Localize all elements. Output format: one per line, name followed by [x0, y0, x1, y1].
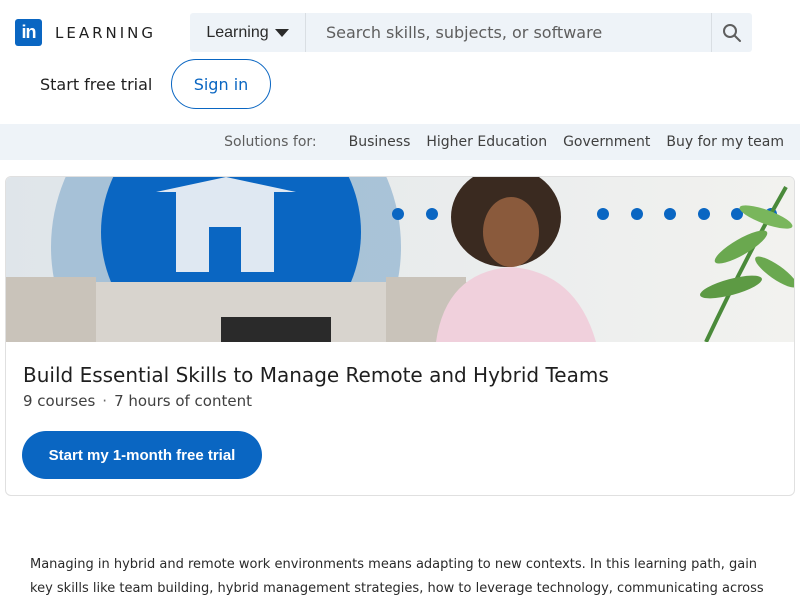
- course-title[interactable]: Build Essential Skills to Manage Remote …: [23, 363, 609, 387]
- solutions-label: Solutions for:: [224, 134, 317, 150]
- course-description: Managing in hybrid and remote work envir…: [30, 557, 764, 596]
- search-category-label: Learning: [206, 23, 269, 41]
- search-bar: Learning: [190, 13, 752, 52]
- product-name: LEARNING: [55, 23, 157, 42]
- caret-down-icon: [274, 28, 289, 37]
- search-button[interactable]: [711, 13, 752, 52]
- linkedin-logo-icon: in: [15, 19, 42, 46]
- search-icon: [723, 23, 741, 42]
- course-count: 9 courses: [23, 392, 96, 410]
- start-trial-button[interactable]: Start my 1-month free trial: [22, 431, 262, 479]
- search-input[interactable]: [306, 13, 711, 52]
- hero-image: [6, 177, 794, 342]
- learning-path-card: Build Essential Skills to Manage Remote …: [5, 176, 795, 496]
- start-free-trial-link[interactable]: Start free trial: [40, 75, 152, 94]
- linkedin-learning-logo[interactable]: in LEARNING: [15, 19, 156, 46]
- search-category-dropdown[interactable]: Learning: [190, 13, 306, 52]
- solutions-link-government[interactable]: Government: [563, 134, 650, 150]
- sign-in-button[interactable]: Sign in: [171, 59, 271, 109]
- course-hours: 7 hours of content: [114, 392, 252, 410]
- meta-separator: ·: [102, 392, 108, 410]
- course-meta: 9 courses · 7 hours of content: [23, 392, 252, 410]
- solutions-link-business[interactable]: Business: [349, 134, 411, 150]
- solutions-link-buy-for-team[interactable]: Buy for my team: [666, 134, 784, 150]
- solutions-link-higher-education[interactable]: Higher Education: [426, 134, 547, 150]
- solutions-bar: Solutions for: Business Higher Education…: [0, 124, 800, 160]
